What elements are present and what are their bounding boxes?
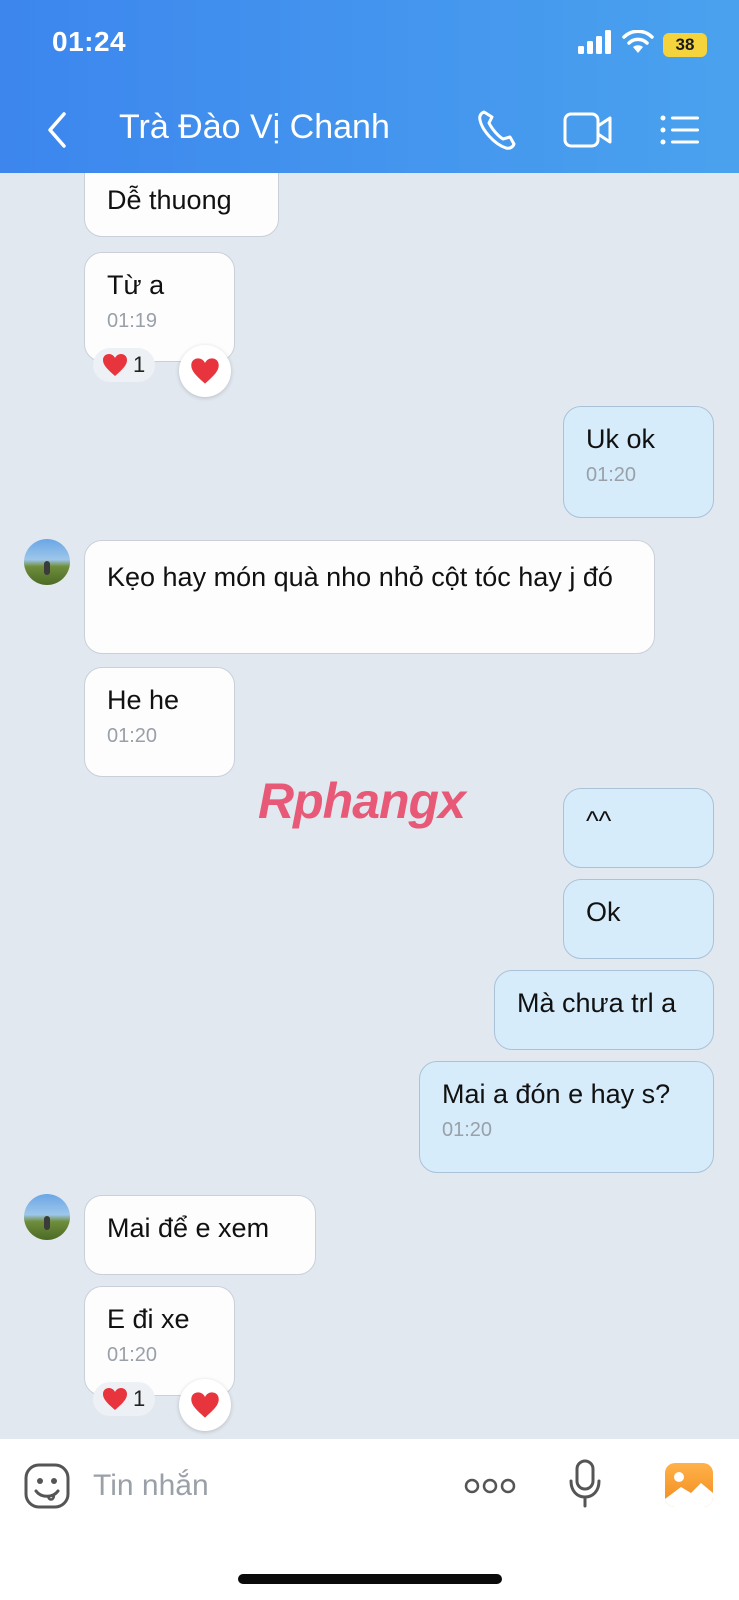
phone-call-icon[interactable] <box>476 108 518 152</box>
incoming-message[interactable]: Mai để e xem <box>84 1195 316 1275</box>
status-time: 01:24 <box>52 26 127 57</box>
message-text: Ok <box>586 897 621 927</box>
microphone-icon[interactable] <box>568 1459 602 1509</box>
heart-icon <box>191 1392 219 1418</box>
message-text: Từ a <box>107 270 165 300</box>
incoming-message[interactable]: He he 01:20 <box>84 667 235 777</box>
message-text: E đi xe <box>107 1304 190 1334</box>
chat-header: 01:24 38 Trà Đào Vị Chanh <box>0 0 739 173</box>
reaction-count[interactable]: 1 <box>93 348 156 382</box>
watermark: Rphangx <box>258 773 466 829</box>
message-text: Kẹo hay món quà nho nhỏ cột tóc hay j đó <box>107 562 613 592</box>
more-options-icon[interactable] <box>464 1477 516 1495</box>
message-text: ^^ <box>586 806 612 836</box>
battery-indicator: 38 <box>663 33 707 57</box>
outgoing-message[interactable]: Ok <box>563 879 714 959</box>
message-time: 01:20 <box>586 464 637 486</box>
message-text: He he <box>107 685 180 715</box>
wifi-icon <box>622 30 654 53</box>
photo-icon <box>665 1472 713 1507</box>
gallery-image-icon[interactable] <box>665 1463 713 1507</box>
outgoing-message[interactable]: Mà chưa trl a <box>494 970 714 1050</box>
message-time: 01:20 <box>442 1119 493 1141</box>
contact-avatar[interactable] <box>24 539 70 585</box>
outgoing-message[interactable]: ^^ <box>563 788 714 868</box>
outgoing-message[interactable]: Mai a đón e hay s? 01:20 <box>419 1061 714 1173</box>
incoming-message[interactable]: Dễ thuong <box>84 173 279 237</box>
reaction-count-text: 1 <box>133 352 146 377</box>
outgoing-message[interactable]: Uk ok 01:20 <box>563 406 714 518</box>
video-call-icon[interactable] <box>563 108 613 152</box>
cellular-signal-icon <box>578 30 611 54</box>
message-input[interactable]: Tin nhắn <box>93 1469 209 1503</box>
back-button[interactable] <box>44 110 70 150</box>
heart-icon <box>103 1388 127 1410</box>
contact-avatar[interactable] <box>24 1194 70 1240</box>
reaction-count[interactable]: 1 <box>93 1382 156 1416</box>
reaction-count-text: 1 <box>133 1386 146 1411</box>
message-text: Dễ thuong <box>107 185 232 215</box>
heart-icon <box>103 354 127 376</box>
react-heart-button[interactable] <box>179 1379 231 1431</box>
message-time: 01:20 <box>107 725 158 747</box>
react-heart-button[interactable] <box>179 345 231 397</box>
message-text: Mai a đón e hay s? <box>442 1079 671 1109</box>
message-text: Mà chưa trl a <box>517 988 677 1018</box>
message-time: 01:20 <box>107 1344 158 1366</box>
chat-title[interactable]: Trà Đào Vị Chanh <box>119 108 390 147</box>
heart-icon <box>191 358 219 384</box>
message-time: 01:19 <box>107 310 158 332</box>
message-text: Uk ok <box>586 424 656 454</box>
home-indicator[interactable] <box>238 1574 502 1584</box>
incoming-message[interactable]: Kẹo hay món quà nho nhỏ cột tóc hay j đó <box>84 540 655 654</box>
menu-list-icon[interactable] <box>659 108 701 152</box>
message-text: Mai để e xem <box>107 1213 270 1243</box>
emoji-icon[interactable] <box>24 1463 70 1509</box>
